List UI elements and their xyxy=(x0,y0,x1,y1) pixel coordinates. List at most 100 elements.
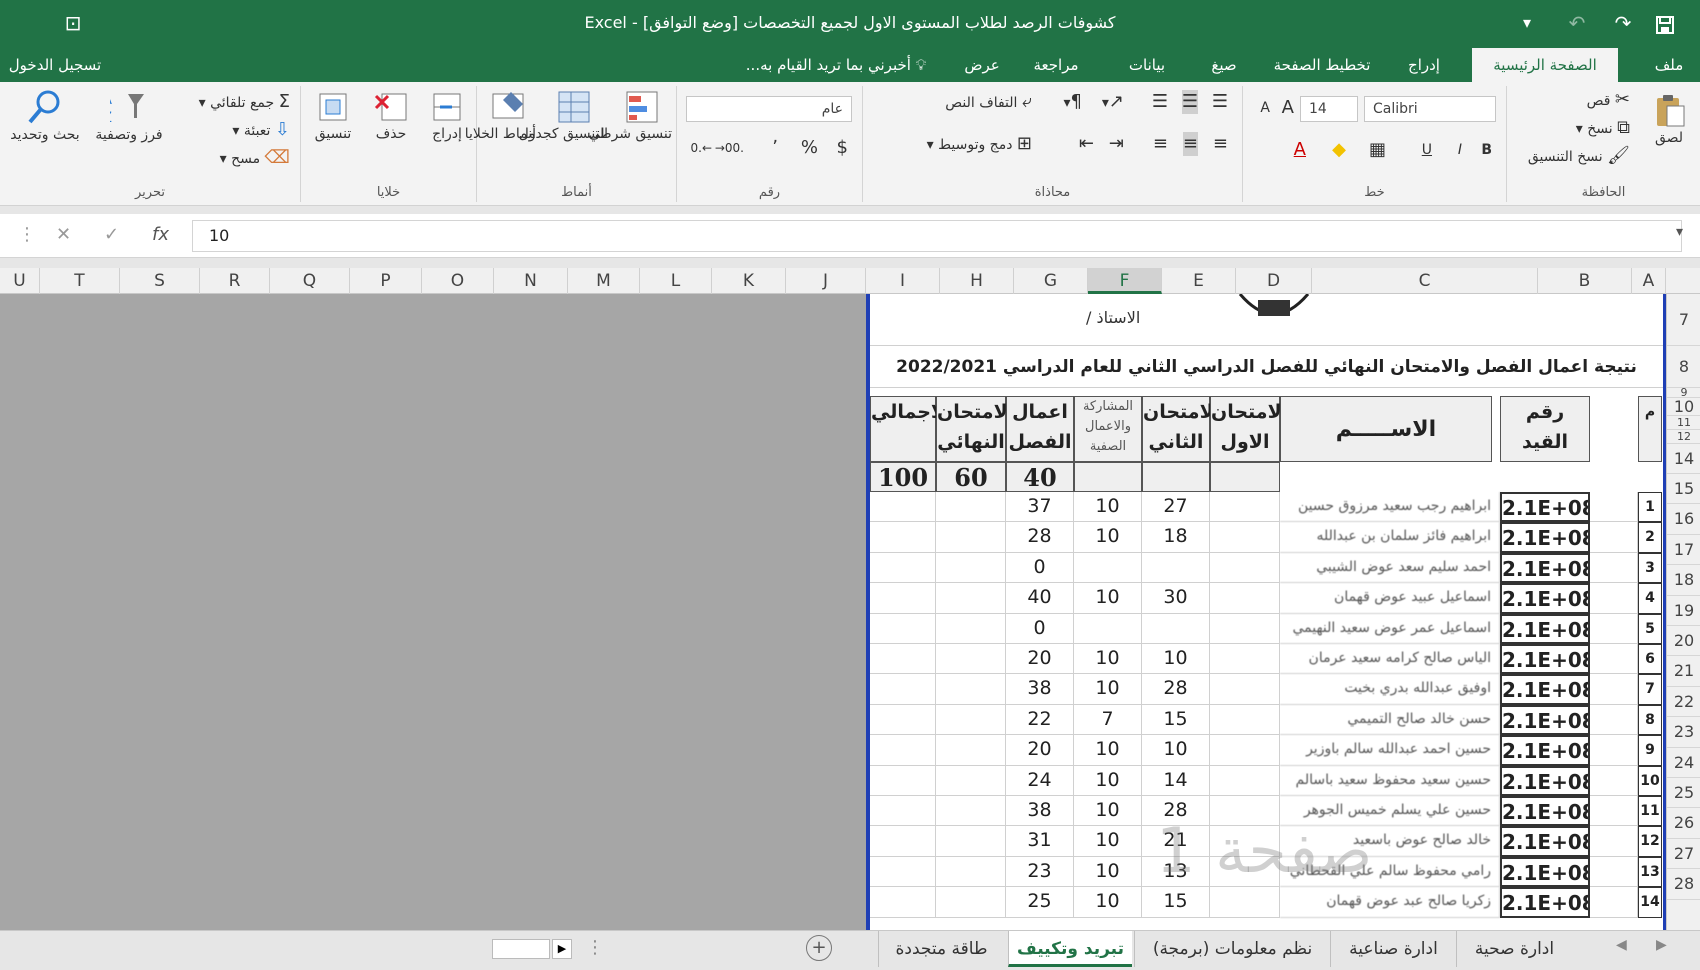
cell-cw[interactable]: 40 xyxy=(1006,583,1074,614)
row-header[interactable]: 8 xyxy=(1667,346,1700,388)
copy-button[interactable]: ⧉ نسخ ▾ xyxy=(1576,116,1630,140)
cell-cw[interactable]: 38 xyxy=(1006,796,1074,827)
cell-total[interactable] xyxy=(870,522,936,553)
align-middle-icon[interactable]: ☰ xyxy=(1181,90,1198,114)
save-icon[interactable] xyxy=(1648,0,1682,46)
cell-exam1[interactable] xyxy=(1210,735,1280,766)
cell-exam2[interactable]: 28 xyxy=(1142,674,1210,705)
cell-part[interactable]: 10 xyxy=(1074,856,1142,888)
row-header[interactable]: 20 xyxy=(1667,626,1700,657)
cell-part[interactable]: 10 xyxy=(1074,644,1142,675)
font-name-combo[interactable]: Calibri xyxy=(1364,96,1496,122)
cell-total[interactable] xyxy=(870,613,936,644)
cell-part[interactable]: 10 xyxy=(1074,826,1142,857)
cell-blank[interactable] xyxy=(1590,765,1638,796)
next-sheet-icon[interactable]: ▶ xyxy=(1656,937,1667,953)
cell-n[interactable]: 10 xyxy=(1638,765,1662,796)
indent-increase-icon[interactable]: ⇥ xyxy=(1109,132,1124,156)
expand-formula-icon[interactable]: ▾ xyxy=(1676,224,1683,240)
sheet-tab-information-systems[interactable]: نظم معلومات (برمجة) xyxy=(1134,931,1330,967)
cell-total[interactable] xyxy=(870,826,936,857)
cell-n[interactable]: 3 xyxy=(1638,552,1662,584)
column-header-c[interactable]: C xyxy=(1312,268,1538,294)
cell-exam2[interactable] xyxy=(1142,613,1210,644)
cell-exam1[interactable] xyxy=(1210,492,1280,523)
cell-blank[interactable] xyxy=(1590,674,1638,705)
cell-id[interactable]: 2.1E+08 xyxy=(1500,765,1590,796)
prev-sheet-icon[interactable]: ◀ xyxy=(1616,937,1627,953)
cell-id[interactable]: 2.1E+08 xyxy=(1500,704,1590,736)
column-header-t[interactable]: T xyxy=(40,268,120,294)
underline-button[interactable]: U xyxy=(1422,138,1432,162)
tab-file[interactable]: ملف xyxy=(1646,48,1692,82)
cell-cw[interactable]: 22 xyxy=(1006,704,1074,736)
cell-exam1[interactable] xyxy=(1210,552,1280,584)
column-header-a[interactable]: A xyxy=(1632,268,1666,294)
delete-cells-button[interactable]: حذف xyxy=(366,88,416,142)
cell-final[interactable] xyxy=(936,492,1006,523)
conditional-formatting-button[interactable]: تنسيق شرطي xyxy=(589,88,672,142)
fill-color-icon[interactable]: ◆ xyxy=(1332,138,1346,162)
cell-exam2[interactable]: 14 xyxy=(1142,765,1210,796)
cell-part[interactable]: 10 xyxy=(1074,887,1142,918)
cell-total[interactable] xyxy=(870,552,936,584)
cell-part[interactable] xyxy=(1074,552,1142,584)
cell-blank[interactable] xyxy=(1590,522,1638,553)
cell-final[interactable] xyxy=(936,765,1006,796)
align-top-icon[interactable]: ☰ xyxy=(1212,90,1228,114)
cell-id[interactable]: 2.1E+08 xyxy=(1500,887,1590,918)
increase-decimal-icon[interactable]: ←.0 xyxy=(690,136,712,160)
column-header-n[interactable]: N xyxy=(494,268,568,294)
borders-icon[interactable]: ▦ xyxy=(1369,138,1386,162)
cell-exam2[interactable] xyxy=(1142,552,1210,584)
cell-n[interactable]: 14 xyxy=(1638,887,1662,918)
tab-home[interactable]: الصفحة الرئيسية xyxy=(1472,48,1618,82)
cell-name[interactable]: ابراهيم رجب سعيد مرزوق حسين xyxy=(1280,492,1500,523)
cell-cw[interactable]: 23 xyxy=(1006,856,1074,888)
column-header-o[interactable]: O xyxy=(422,268,494,294)
cell-cw[interactable]: 25 xyxy=(1006,887,1074,918)
cell-n[interactable]: 6 xyxy=(1638,644,1662,675)
cell-n[interactable]: 5 xyxy=(1638,613,1662,644)
cell-name[interactable]: حسن خالد صالح التميمي xyxy=(1280,704,1500,736)
cell-part[interactable]: 10 xyxy=(1074,583,1142,614)
redo-icon[interactable]: ↷ xyxy=(1606,0,1640,46)
cell-blank[interactable] xyxy=(1590,704,1638,736)
column-header-l[interactable]: L xyxy=(640,268,712,294)
row-header[interactable]: 7 xyxy=(1667,294,1700,346)
add-sheet-icon[interactable]: + xyxy=(806,935,832,961)
cell-id[interactable]: 2.1E+08 xyxy=(1500,492,1590,523)
cell-final[interactable] xyxy=(936,856,1006,888)
column-header-h[interactable]: H xyxy=(940,268,1014,294)
cell-n[interactable]: 11 xyxy=(1638,796,1662,827)
cell-name[interactable]: اسماعيل عبيد عوض قهمان xyxy=(1280,583,1500,614)
cell-exam2[interactable]: 27 xyxy=(1142,492,1210,523)
tab-insert[interactable]: إدراج xyxy=(1394,48,1454,82)
column-header-r[interactable]: R xyxy=(200,268,270,294)
tell-me-box[interactable]: 💡︎ أخبرني بما تريد القيام به... xyxy=(736,48,936,82)
tab-view[interactable]: عرض xyxy=(950,48,1014,82)
cell-exam1[interactable] xyxy=(1210,613,1280,644)
row-header[interactable]: 23 xyxy=(1667,717,1700,748)
cell-name[interactable]: احمد سليم سعد عوض الشيبي xyxy=(1280,552,1500,584)
row-header[interactable]: 22 xyxy=(1667,687,1700,718)
rtl-direction-icon[interactable]: ¶▾ xyxy=(1064,90,1082,114)
sign-in-link[interactable]: تسجيل الدخول xyxy=(0,48,110,82)
cell-cw[interactable]: 38 xyxy=(1006,674,1074,705)
font-size-combo[interactable]: 14 xyxy=(1300,96,1358,122)
cell-id[interactable]: 2.1E+08 xyxy=(1500,583,1590,614)
cell-cw[interactable]: 20 xyxy=(1006,644,1074,675)
cell-blank[interactable] xyxy=(1590,644,1638,675)
cell-exam1[interactable] xyxy=(1210,765,1280,796)
column-header-q[interactable]: Q xyxy=(270,268,350,294)
sheet-tab-renewable-energy[interactable]: طاقة متجددة xyxy=(878,931,1004,967)
sort-filter-button[interactable]: AZ فرز وتصفية xyxy=(92,88,166,144)
insert-cells-button[interactable]: إدراج xyxy=(422,88,472,142)
wrap-text-button[interactable]: ⤶ التفاف النص xyxy=(945,90,1032,114)
cell-n[interactable]: 8 xyxy=(1638,704,1662,736)
cell-cw[interactable]: 0 xyxy=(1006,613,1074,644)
clear-button[interactable]: ⌫ مسح ▾ xyxy=(220,146,290,170)
cell-final[interactable] xyxy=(936,887,1006,918)
horizontal-scrollbar[interactable] xyxy=(492,939,550,959)
cell-total[interactable] xyxy=(870,765,936,796)
